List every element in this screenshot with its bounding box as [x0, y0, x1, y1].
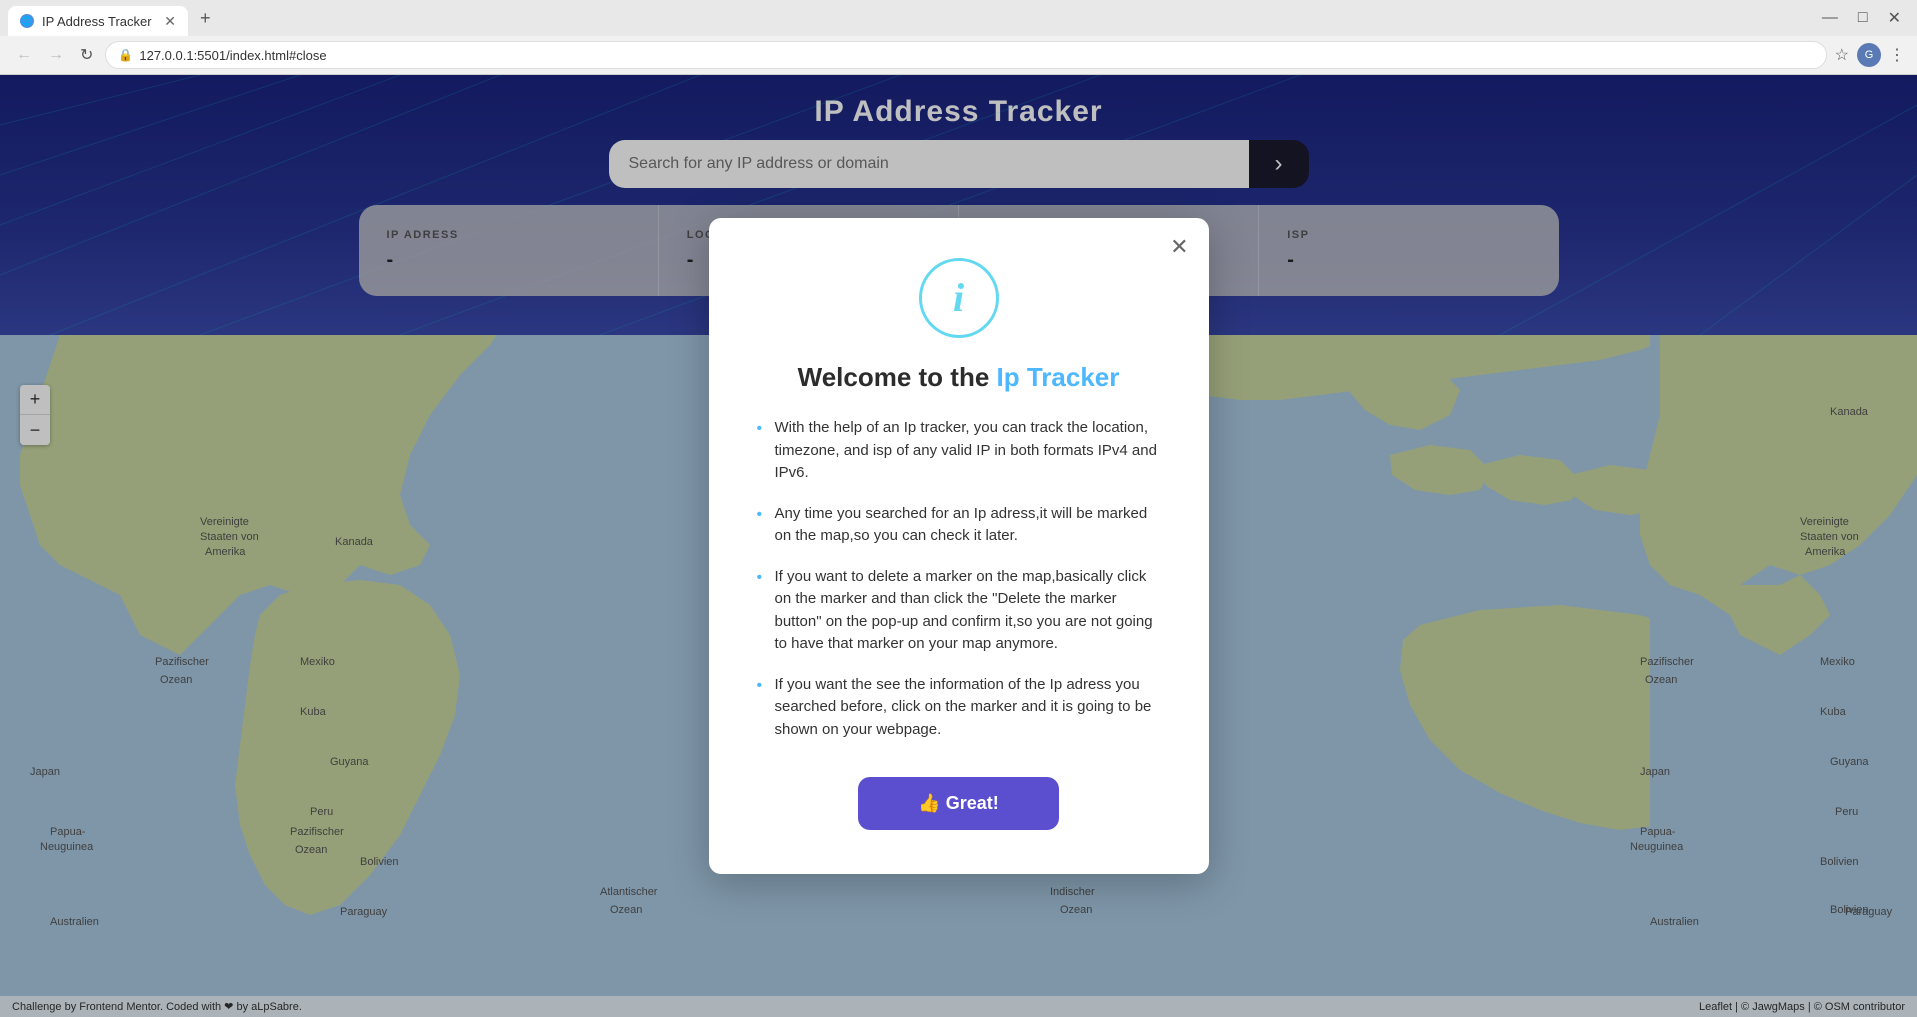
info-i-icon: i	[953, 278, 964, 318]
window-controls: — □ ✕	[1814, 4, 1909, 32]
modal-bullet-2: Any time you searched for an Ip adress,i…	[757, 503, 1161, 548]
info-icon-circle: i	[919, 258, 999, 338]
modal-bullet-1: With the help of an Ip tracker, you can …	[757, 417, 1161, 485]
address-bar-row: ← → ↻ 🔒 127.0.0.1:5501/index.html#close …	[0, 36, 1917, 74]
browser-chrome: 🌐 IP Address Tracker ✕ + — □ ✕ ← → ↻ 🔒 1…	[0, 0, 1917, 75]
main-content: IP Address Tracker › IP ADRESS - LOCATIO…	[0, 75, 1917, 1017]
address-bar[interactable]: 🔒 127.0.0.1:5501/index.html#close	[105, 41, 1826, 69]
modal-title: Welcome to the Ip Tracker	[757, 362, 1161, 393]
lock-icon: 🔒	[118, 48, 133, 62]
great-button[interactable]: 👍 Great!	[858, 777, 1058, 830]
menu-icon[interactable]: ⋮	[1889, 45, 1905, 65]
modal-bullet-3: If you want to delete a marker on the ma…	[757, 566, 1161, 656]
refresh-button[interactable]: ↻	[76, 41, 97, 69]
active-tab[interactable]: 🌐 IP Address Tracker ✕	[8, 6, 188, 36]
modal-title-plain: Welcome to the	[798, 362, 997, 392]
forward-button[interactable]: →	[44, 42, 68, 68]
modal-overlay[interactable]: ✕ i Welcome to the Ip Tracker With the h…	[0, 75, 1917, 1017]
tab-favicon: 🌐	[20, 14, 34, 28]
window-close-btn[interactable]: ✕	[1880, 4, 1909, 32]
window-maximize-btn[interactable]: □	[1850, 5, 1876, 31]
welcome-modal: ✕ i Welcome to the Ip Tracker With the h…	[709, 218, 1209, 874]
tab-close-btn[interactable]: ✕	[164, 13, 176, 30]
bookmark-icon[interactable]: ☆	[1835, 45, 1849, 65]
url-text: 127.0.0.1:5501/index.html#close	[139, 48, 326, 63]
back-button[interactable]: ←	[12, 42, 36, 68]
modal-bullet-4: If you want the see the information of t…	[757, 674, 1161, 742]
tab-bar: 🌐 IP Address Tracker ✕ + — □ ✕	[0, 0, 1917, 36]
window-minimize-btn[interactable]: —	[1814, 5, 1846, 31]
tab-title: IP Address Tracker	[42, 14, 152, 29]
new-tab-button[interactable]: +	[192, 6, 219, 31]
browser-right-icons: ☆ G ⋮	[1835, 43, 1905, 67]
modal-title-colored: Ip Tracker	[997, 362, 1120, 392]
user-avatar[interactable]: G	[1857, 43, 1881, 67]
modal-close-button[interactable]: ✕	[1170, 234, 1188, 260]
modal-instructions-list: With the help of an Ip tracker, you can …	[757, 417, 1161, 741]
